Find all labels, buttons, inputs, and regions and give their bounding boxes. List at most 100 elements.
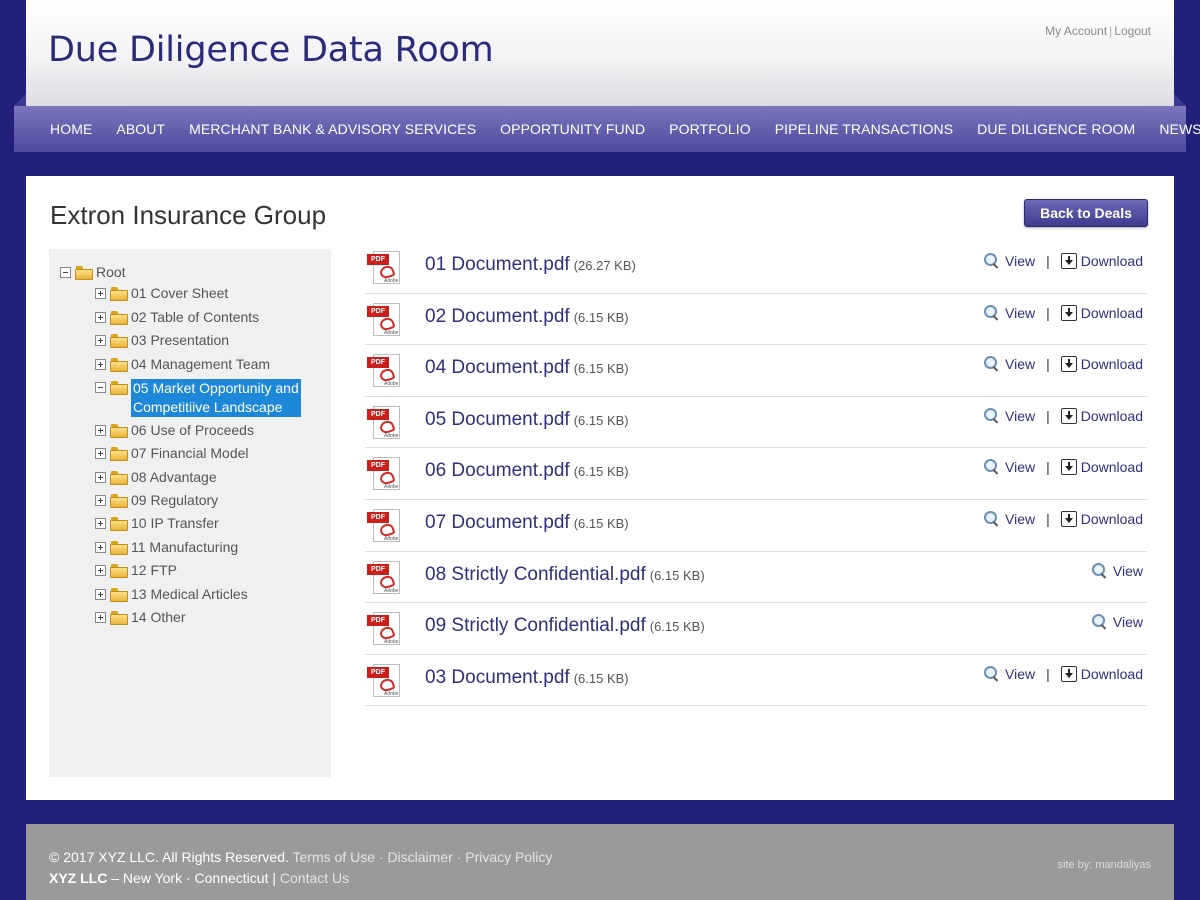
view-link[interactable]: View: [1005, 459, 1035, 475]
document-name[interactable]: 06 Document.pdf: [425, 460, 570, 481]
download-icon[interactable]: [1060, 356, 1077, 373]
tree-folder-item[interactable]: 09 Regulatory: [95, 492, 218, 508]
document-name[interactable]: 07 Document.pdf: [425, 512, 570, 533]
expand-icon[interactable]: [95, 495, 106, 506]
disclaimer-link[interactable]: Disclaimer: [387, 849, 452, 865]
document-link[interactable]: 02 Document.pdf (6.15 KB): [425, 306, 629, 328]
download-link[interactable]: Download: [1081, 305, 1143, 321]
magnifier-icon[interactable]: [983, 407, 1001, 425]
tree-folder-label[interactable]: 08 Advantage: [131, 469, 217, 485]
tree-folder-item[interactable]: 06 Use of Proceeds: [95, 422, 254, 438]
document-link[interactable]: 07 Document.pdf (6.15 KB): [425, 512, 629, 534]
new-york-link[interactable]: New York: [123, 870, 182, 886]
view-link[interactable]: View: [1005, 511, 1035, 527]
document-name[interactable]: 04 Document.pdf: [425, 357, 570, 378]
download-link[interactable]: Download: [1081, 459, 1143, 475]
nav-item-due-diligence-room[interactable]: DUE DILIGENCE ROOM: [977, 121, 1135, 137]
expand-icon[interactable]: [95, 335, 106, 346]
view-link[interactable]: View: [1005, 253, 1035, 269]
tree-folder-label[interactable]: 11 Manufacturing: [131, 539, 238, 555]
logout-link[interactable]: Logout: [1114, 24, 1151, 38]
tree-folder-label[interactable]: 14 Other: [131, 609, 185, 625]
view-link[interactable]: View: [1005, 305, 1035, 321]
tree-folder-item[interactable]: 05 Market Opportunity and Competitiive La…: [95, 379, 301, 417]
pdf-file-icon[interactable]: PDF Adobe: [367, 249, 403, 285]
document-name[interactable]: 03 Document.pdf: [425, 667, 570, 688]
download-icon[interactable]: [1060, 407, 1077, 424]
download-icon[interactable]: [1060, 459, 1077, 476]
view-link[interactable]: View: [1113, 563, 1143, 579]
tree-folder-label[interactable]: 09 Regulatory: [131, 492, 218, 508]
privacy-link[interactable]: Privacy Policy: [465, 849, 552, 865]
expand-icon[interactable]: [95, 472, 106, 483]
document-name[interactable]: 05 Document.pdf: [425, 409, 570, 430]
expand-icon[interactable]: [95, 425, 106, 436]
back-to-deals-button[interactable]: Back to Deals: [1024, 199, 1148, 227]
magnifier-icon[interactable]: [1091, 562, 1109, 580]
tree-folder-item[interactable]: 12 FTP: [95, 562, 177, 578]
site-title[interactable]: Due Diligence Data Room: [48, 30, 494, 70]
tree-root-label[interactable]: Root: [96, 264, 126, 280]
tree-folder-item[interactable]: 04 Management Team: [95, 356, 270, 372]
download-link[interactable]: Download: [1081, 356, 1143, 372]
tree-folder-label[interactable]: 05 Market Opportunity and Competitiive La…: [131, 379, 301, 417]
nav-item-home[interactable]: HOME: [50, 121, 92, 137]
download-icon[interactable]: [1060, 304, 1077, 321]
download-icon[interactable]: [1060, 665, 1077, 682]
nav-item-about[interactable]: ABOUT: [116, 121, 165, 137]
contact-link[interactable]: Contact Us: [280, 870, 349, 886]
magnifier-icon[interactable]: [983, 355, 1001, 373]
document-name[interactable]: 08 Strictly Confidential.pdf: [425, 564, 646, 585]
magnifier-icon[interactable]: [983, 665, 1001, 683]
pdf-file-icon[interactable]: PDF Adobe: [367, 404, 403, 440]
download-icon[interactable]: [1060, 510, 1077, 527]
document-link[interactable]: 04 Document.pdf (6.15 KB): [425, 357, 629, 379]
document-name[interactable]: 01 Document.pdf: [425, 254, 570, 275]
download-link[interactable]: Download: [1081, 408, 1143, 424]
tree-folder-label[interactable]: 06 Use of Proceeds: [131, 422, 254, 438]
tree-folder-label[interactable]: 12 FTP: [131, 562, 177, 578]
pdf-file-icon[interactable]: PDF Adobe: [367, 455, 403, 491]
expand-icon[interactable]: [95, 612, 106, 623]
tree-folder-item[interactable]: 10 IP Transfer: [95, 515, 219, 531]
tree-folder-label[interactable]: 10 IP Transfer: [131, 515, 219, 531]
tree-folder-label[interactable]: 02 Table of Contents: [131, 309, 259, 325]
document-link[interactable]: 06 Document.pdf (6.15 KB): [425, 460, 629, 482]
expand-icon[interactable]: [95, 312, 106, 323]
document-link[interactable]: 01 Document.pdf (26.27 KB): [425, 254, 636, 276]
nav-item-portfolio[interactable]: PORTFOLIO: [669, 121, 751, 137]
pdf-file-icon[interactable]: PDF Adobe: [367, 559, 403, 595]
download-link[interactable]: Download: [1081, 253, 1143, 269]
magnifier-icon[interactable]: [983, 458, 1001, 476]
tree-folder-item[interactable]: 11 Manufacturing: [95, 539, 238, 555]
document-name[interactable]: 09 Strictly Confidential.pdf: [425, 615, 646, 636]
tree-folder-item[interactable]: 14 Other: [95, 609, 185, 625]
tree-folder-item[interactable]: 07 Financial Model: [95, 445, 249, 461]
view-link[interactable]: View: [1113, 614, 1143, 630]
tree-folder-label[interactable]: 04 Management Team: [131, 356, 270, 372]
nav-item-merchant-bank-advisory-services[interactable]: MERCHANT BANK & ADVISORY SERVICES: [189, 121, 476, 137]
document-name[interactable]: 02 Document.pdf: [425, 306, 570, 327]
pdf-file-icon[interactable]: PDF Adobe: [367, 662, 403, 698]
tree-folder-label[interactable]: 01 Cover Sheet: [131, 285, 228, 301]
expand-icon[interactable]: [95, 448, 106, 459]
expand-icon[interactable]: [95, 359, 106, 370]
document-link[interactable]: 03 Document.pdf (6.15 KB): [425, 667, 629, 689]
pdf-file-icon[interactable]: PDF Adobe: [367, 352, 403, 388]
view-link[interactable]: View: [1005, 408, 1035, 424]
my-account-link[interactable]: My Account: [1045, 24, 1107, 38]
download-link[interactable]: Download: [1081, 511, 1143, 527]
magnifier-icon[interactable]: [983, 510, 1001, 528]
tree-folder-item[interactable]: 13 Medical Articles: [95, 586, 248, 602]
nav-item-opportunity-fund[interactable]: OPPORTUNITY FUND: [500, 121, 645, 137]
tree-folder-label[interactable]: 13 Medical Articles: [131, 586, 248, 602]
pdf-file-icon[interactable]: PDF Adobe: [367, 301, 403, 337]
document-link[interactable]: 09 Strictly Confidential.pdf (6.15 KB): [425, 615, 705, 637]
collapse-icon[interactable]: [95, 382, 106, 393]
tree-folder-item[interactable]: 08 Advantage: [95, 469, 217, 485]
magnifier-icon[interactable]: [983, 252, 1001, 270]
download-icon[interactable]: [1060, 253, 1077, 269]
collapse-icon[interactable]: [60, 267, 71, 278]
tree-folder-label[interactable]: 03 Presentation: [131, 332, 229, 348]
expand-icon[interactable]: [95, 565, 106, 576]
